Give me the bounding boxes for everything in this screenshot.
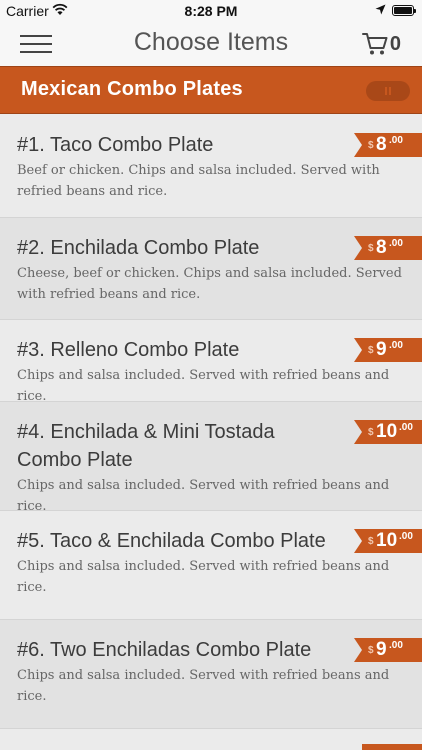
- location-arrow-icon: [375, 4, 386, 15]
- category-title: Mexican Combo Plates: [21, 78, 243, 100]
- price-currency: $: [368, 645, 374, 656]
- menu-item[interactable]: #2. Enchilada Combo Plate Cheese, beef o…: [0, 218, 422, 320]
- price-amount: 10: [376, 530, 398, 551]
- menu-item[interactable]: #3. Relleno Combo Plate Chips and salsa …: [0, 320, 422, 404]
- price-cents: .00: [389, 135, 403, 146]
- price-cents: .00: [389, 640, 403, 651]
- price-tag: $9.00: [354, 638, 422, 662]
- cart-count: 0: [389, 32, 401, 55]
- price-amount: 9: [376, 339, 387, 360]
- price-currency: $: [368, 427, 374, 438]
- item-title: #4. Enchilada & Mini Tostada Combo Plate: [17, 421, 275, 471]
- item-description: Beef or chicken. Chips and salsa include…: [17, 163, 380, 199]
- price-tag: $8.00: [354, 133, 422, 157]
- item-title: #2. Enchilada Combo Plate: [17, 237, 260, 259]
- item-description: Chips and salsa included. Served with re…: [17, 368, 390, 404]
- cart-icon: [361, 33, 388, 55]
- clock: 8:28 PM: [184, 3, 238, 19]
- nav-bar: Choose Items 0: [0, 22, 422, 66]
- menu-item[interactable]: #4. Enchilada & Mini Tostada Combo Plate…: [0, 402, 422, 514]
- price-tag: $9.00: [354, 338, 422, 362]
- page-title: Choose Items: [133, 28, 289, 56]
- item-description: Chips and salsa included. Served with re…: [17, 559, 390, 595]
- price-amount: 9: [376, 639, 387, 660]
- price-cents: .00: [389, 340, 403, 351]
- price-amount: 10: [376, 421, 398, 442]
- price-tag-partial: [362, 744, 422, 750]
- battery-icon: [392, 5, 416, 16]
- item-title: #3. Relleno Combo Plate: [17, 339, 240, 361]
- price-cents: .00: [399, 531, 413, 542]
- menu-item[interactable]: #6. Two Enchiladas Combo Plate Chips and…: [0, 620, 422, 729]
- item-title: #1. Taco Combo Plate: [17, 134, 214, 156]
- price-currency: $: [368, 536, 374, 547]
- price-currency: $: [368, 243, 374, 254]
- price-tag: $8.00: [354, 236, 422, 260]
- menu-item-list: #1. Taco Combo Plate Beef or chicken. Ch…: [0, 115, 422, 729]
- item-description: Cheese, beef or chicken. Chips and salsa…: [17, 266, 402, 302]
- category-header[interactable]: Mexican Combo Plates: [0, 66, 422, 114]
- price-cents: .00: [389, 238, 403, 249]
- price-currency: $: [368, 345, 374, 356]
- collapse-toggle-icon[interactable]: [366, 81, 410, 101]
- menu-item[interactable]: #5. Taco & Enchilada Combo Plate Chips a…: [0, 511, 422, 620]
- item-title: #6. Two Enchiladas Combo Plate: [17, 639, 312, 661]
- item-title: #5. Taco & Enchilada Combo Plate: [17, 530, 326, 552]
- price-cents: .00: [399, 422, 413, 433]
- price-tag: $10.00: [354, 420, 422, 444]
- price-amount: 8: [376, 237, 387, 258]
- price-amount: 8: [376, 134, 387, 155]
- item-description: Chips and salsa included. Served with re…: [17, 668, 390, 704]
- cart-button[interactable]: 0: [361, 30, 401, 58]
- price-tag: $10.00: [354, 529, 422, 553]
- menu-item[interactable]: #1. Taco Combo Plate Beef or chicken. Ch…: [0, 115, 422, 218]
- price-currency: $: [368, 140, 374, 151]
- status-bar: Carrier 8:28 PM: [0, 0, 422, 22]
